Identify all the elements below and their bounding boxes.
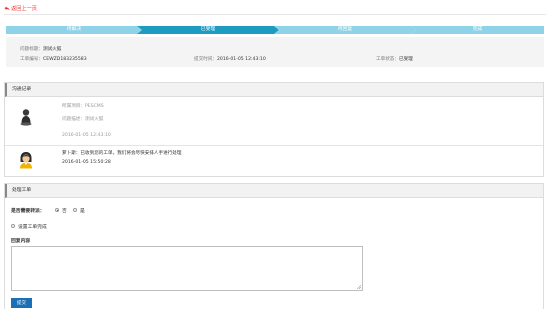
process-panel: 处理工单 是否需要转派： 否 是 设置工单完成 回复内容 提交 — [4, 183, 544, 309]
ticket-number: 工单编号：CEWZD183235583 — [20, 56, 87, 62]
transfer-no-radio[interactable] — [55, 208, 59, 212]
step-awaiting-reply: 待回复 — [274, 26, 416, 34]
complete-radio[interactable] — [11, 224, 15, 228]
back-arrow-icon — [4, 6, 10, 11]
complete-label[interactable]: 设置工单完成 — [18, 223, 47, 230]
back-link[interactable]: 返回上一页 — [4, 5, 37, 12]
communication-panel: 沟通记录 所属项目：PESCMS 问题描述：测试火狐 2016-01-05 12… — [4, 82, 544, 177]
reply-label: 回复内容 — [11, 239, 31, 244]
submit-time-value: 2016-01-05 12:43:10 — [216, 57, 266, 62]
reply-message: 已收到您的工单，我们将会尽快安排人手进行处理 — [80, 151, 182, 156]
user-silhouette-icon — [20, 109, 32, 126]
submit-button[interactable]: 提交 — [11, 298, 32, 308]
ticket-submit-time: 提交时间：2016-01-05 12:43:10 — [194, 56, 266, 62]
record-description: 问题描述：测试火狐 — [62, 116, 103, 122]
status-label: 工单状态： — [376, 57, 399, 62]
description-value: 测试火狐 — [84, 117, 104, 122]
step-complete: 完成 — [411, 26, 544, 34]
ticket-number-value: CEWZD183235583 — [42, 57, 87, 62]
back-label: 返回上一页 — [11, 6, 37, 12]
replier-name: 萝卜斯 — [62, 151, 76, 156]
step-label: 完成 — [472, 27, 483, 32]
top-divider — [4, 14, 546, 15]
step-label: 待解决 — [66, 27, 82, 32]
step-label: 待回复 — [337, 27, 353, 32]
status-value: 已受理 — [398, 57, 413, 62]
project-label: 所属项目： — [62, 104, 85, 109]
transfer-label: 是否需要转派： — [11, 209, 45, 214]
step-accepted: 已受理 — [137, 26, 279, 34]
support-agent-icon — [20, 152, 32, 169]
ticket-title: 问题标题：测试火狐 — [20, 46, 61, 52]
step-pending: 待解决 — [6, 26, 142, 34]
project-value: PESCMS — [84, 104, 104, 109]
step-label: 已受理 — [200, 27, 216, 32]
reply-textarea[interactable] — [11, 246, 363, 291]
ticket-title-value: 测试火狐 — [42, 47, 62, 52]
record-time: 2016-01-05 12:43:10 — [62, 133, 111, 138]
description-label: 问题描述： — [62, 117, 85, 122]
record-item: 所属项目：PESCMS 问题描述：测试火狐 2016-01-05 12:43:1… — [5, 97, 543, 146]
transfer-yes-label[interactable]: 是 — [80, 207, 85, 214]
progress-steps: 待解决 已受理 待回复 完成 — [6, 26, 544, 34]
ticket-title-label: 问题标题： — [20, 47, 43, 52]
communication-header: 沟通记录 — [5, 83, 543, 97]
record-time: 2016-01-05 15:50:28 — [62, 160, 111, 165]
process-header: 处理工单 — [5, 184, 543, 198]
resize-handle[interactable] — [357, 285, 361, 289]
ticket-page: 返回上一页 待解决 已受理 待回复 完成 问题标题：测试火狐 工单编号：CEWZ… — [0, 0, 550, 309]
ticket-status: 工单状态：已受理 — [376, 56, 413, 62]
record-item: 萝卜斯：已收到您的工单，我们将会尽快安排人手进行处理 2016-01-05 15… — [5, 146, 543, 178]
ticket-info: 问题标题：测试火狐 工单编号：CEWZD183235583 提交时间：2016-… — [6, 37, 544, 67]
submit-time-label: 提交时间： — [194, 57, 217, 62]
ticket-number-label: 工单编号： — [20, 57, 43, 62]
record-reply: 萝卜斯：已收到您的工单，我们将会尽快安排人手进行处理 — [62, 150, 181, 156]
record-project: 所属项目：PESCMS — [62, 103, 104, 109]
transfer-yes-radio[interactable] — [73, 208, 77, 212]
transfer-no-label[interactable]: 否 — [62, 207, 67, 214]
